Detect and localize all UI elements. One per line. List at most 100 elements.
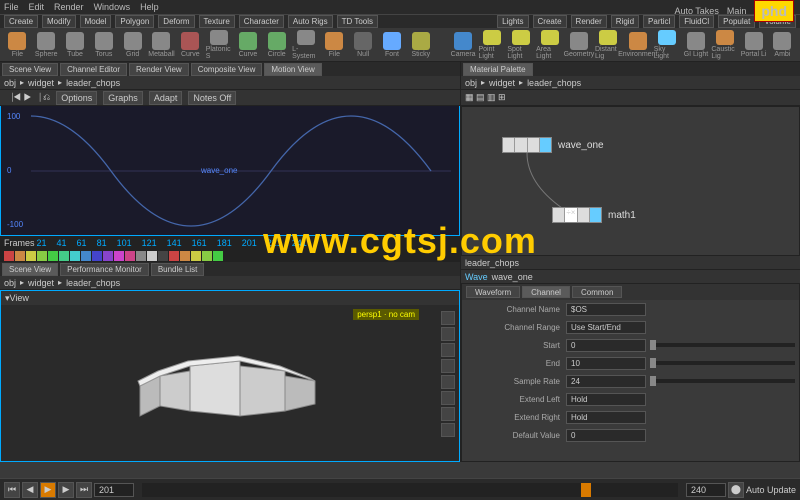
tab-bundle-list[interactable]: Bundle List: [151, 263, 205, 276]
shelf-tool-sticky[interactable]: Sticky: [407, 30, 434, 60]
shelf-tool-sky light[interactable]: Sky Light: [654, 30, 681, 60]
menu-edit[interactable]: Edit: [29, 2, 45, 12]
shelf-tab-rigid[interactable]: Rigid: [611, 15, 639, 28]
prev-frame-button[interactable]: ◀: [22, 482, 38, 498]
shelf-tool-area light[interactable]: Area Light: [536, 30, 563, 60]
color-swatch[interactable]: [169, 251, 179, 261]
adapt-dropdown[interactable]: Adapt: [149, 91, 183, 105]
color-swatch[interactable]: [180, 251, 190, 261]
tab-render-view[interactable]: Render View: [129, 63, 189, 76]
color-swatch[interactable]: [59, 251, 69, 261]
field-end[interactable]: 10: [566, 357, 646, 370]
view-tool-icon[interactable]: [441, 327, 455, 341]
network-view[interactable]: wave_one ÷× math1: [461, 106, 800, 256]
shelf-tab-polygon[interactable]: Polygon: [115, 15, 154, 28]
shelf-tab-create[interactable]: Create: [4, 15, 38, 28]
shelf-tool-platonic s[interactable]: Platonic S: [206, 30, 233, 60]
color-swatch[interactable]: [70, 251, 80, 261]
menu-help[interactable]: Help: [140, 2, 159, 12]
param-secondary-path[interactable]: leader_chops: [465, 258, 519, 268]
field-extend-right[interactable]: Hold: [566, 411, 646, 424]
notes-toggle[interactable]: Notes Off: [188, 91, 236, 105]
tab-material-palette[interactable]: Material Palette: [463, 63, 533, 76]
color-swatch[interactable]: [213, 251, 223, 261]
scene-viewport[interactable]: ▾ View persp1 · no cam: [0, 290, 460, 462]
tab-scene-view[interactable]: Scene View: [2, 63, 58, 76]
shelf-tool-font[interactable]: Font: [379, 30, 406, 60]
color-swatch[interactable]: [81, 251, 91, 261]
shelf-tool-environment[interactable]: Environment: [624, 30, 652, 60]
shelf-tool-caustic lig[interactable]: Caustic Lig: [711, 30, 738, 60]
shelf-tab-render[interactable]: Render: [571, 15, 607, 28]
slider-start[interactable]: [650, 343, 795, 347]
end-frame-field[interactable]: 240: [686, 483, 726, 497]
main-take-label[interactable]: Main: [727, 6, 747, 16]
shelf-tool-sphere[interactable]: Sphere: [33, 30, 60, 60]
tab-channel-editor[interactable]: Channel Editor: [60, 63, 127, 76]
field-channel-range[interactable]: Use Start/End: [566, 321, 646, 334]
shelf-tool-curve[interactable]: Curve: [177, 30, 204, 60]
node-wave[interactable]: wave_one: [502, 137, 604, 153]
next-frame-button[interactable]: ▶: [58, 482, 74, 498]
shelf-tool-metaball[interactable]: Metaball: [148, 30, 175, 60]
color-swatch[interactable]: [4, 251, 14, 261]
auto-update-label[interactable]: Auto Update: [746, 485, 796, 495]
timeline-slider[interactable]: [142, 483, 678, 497]
shelf-tool-geometry[interactable]: Geometry: [565, 30, 593, 60]
path-leader[interactable]: leader_chops: [66, 78, 120, 88]
view-tool-icon[interactable]: [441, 359, 455, 373]
npath-obj[interactable]: obj: [465, 78, 477, 88]
view-mode-label[interactable]: View: [10, 293, 29, 303]
path-widget[interactable]: widget: [28, 78, 54, 88]
color-swatch[interactable]: [114, 251, 124, 261]
last-frame-button[interactable]: ⏭: [76, 482, 92, 498]
tab-waveform[interactable]: Waveform: [466, 286, 520, 298]
menu-file[interactable]: File: [4, 2, 19, 12]
view-tool-icon[interactable]: [441, 391, 455, 405]
view-tool-icon[interactable]: [441, 343, 455, 357]
shelf-tool-null[interactable]: Null: [350, 30, 377, 60]
shelf-tool-tube[interactable]: Tube: [62, 30, 89, 60]
param-name-field[interactable]: wave_one: [492, 272, 533, 282]
shelf-tool-portal li[interactable]: Portal Li: [740, 30, 767, 60]
color-swatch[interactable]: [92, 251, 102, 261]
view-tool-icon[interactable]: [441, 375, 455, 389]
color-swatch[interactable]: [147, 251, 157, 261]
vpath-widget[interactable]: widget: [28, 278, 54, 288]
shelf-tab-model[interactable]: Model: [80, 15, 112, 28]
shelf-tool-point light[interactable]: Point Light: [479, 30, 506, 60]
view-tool-icon[interactable]: [441, 407, 455, 421]
tab-motion-view[interactable]: Motion View: [264, 63, 321, 76]
shelf-tool-ambi[interactable]: Ambi: [769, 30, 796, 60]
shelf-tool-torus[interactable]: Torus: [90, 30, 117, 60]
graphs-dropdown[interactable]: Graphs: [103, 91, 143, 105]
play-button[interactable]: ▶: [40, 482, 56, 498]
shelf-tool-file[interactable]: File: [4, 30, 31, 60]
slider-sample-rate[interactable]: [650, 379, 795, 383]
npath-widget[interactable]: widget: [489, 78, 515, 88]
node-math[interactable]: ÷× math1: [552, 207, 636, 223]
color-swatch[interactable]: [136, 251, 146, 261]
tab-composite-view[interactable]: Composite View: [191, 63, 263, 76]
shelf-tab-deform[interactable]: Deform: [158, 15, 194, 28]
first-frame-button[interactable]: ⏮: [4, 482, 20, 498]
key-button[interactable]: ⬤: [728, 482, 744, 498]
tab-perf-monitor[interactable]: Performance Monitor: [60, 263, 149, 276]
shelf-tab-particl[interactable]: Particl: [643, 15, 675, 28]
shelf-tab-tdtools[interactable]: TD Tools: [337, 15, 378, 28]
view-tool-icon[interactable]: [441, 311, 455, 325]
tab-common[interactable]: Common: [572, 286, 622, 298]
color-swatch[interactable]: [26, 251, 36, 261]
shelf-tab-character[interactable]: Character: [239, 15, 284, 28]
vpath-obj[interactable]: obj: [4, 278, 16, 288]
shelf-tool-grid[interactable]: Grid: [119, 30, 146, 60]
view-tool-icon[interactable]: [441, 423, 455, 437]
shelf-tool-file[interactable]: File: [321, 30, 348, 60]
options-dropdown[interactable]: Options: [56, 91, 97, 105]
color-swatch[interactable]: [48, 251, 58, 261]
color-swatch[interactable]: [15, 251, 25, 261]
slider-end[interactable]: [650, 361, 795, 365]
vpath-leader[interactable]: leader_chops: [66, 278, 120, 288]
color-swatch[interactable]: [202, 251, 212, 261]
tab-channel[interactable]: Channel: [522, 286, 570, 298]
